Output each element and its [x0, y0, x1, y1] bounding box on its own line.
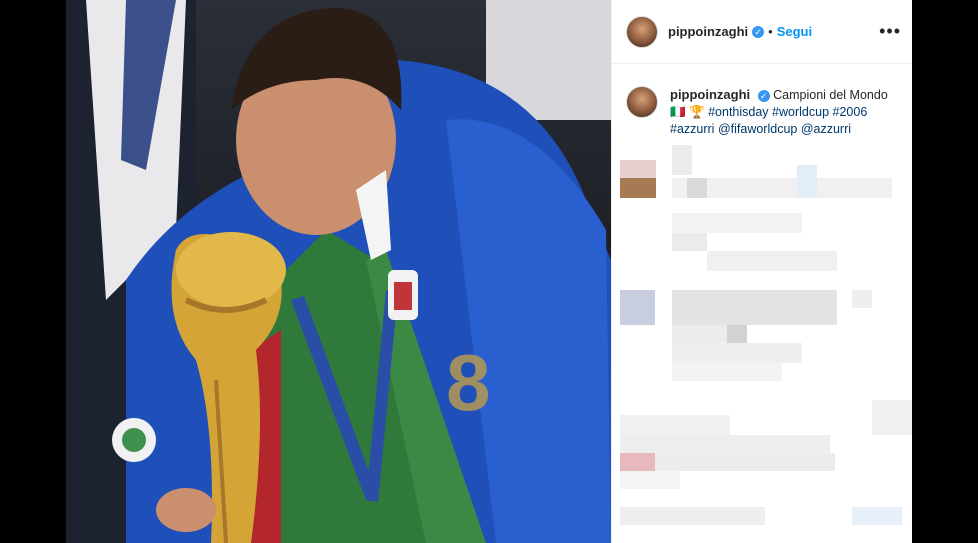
- verified-badge-icon: ✓: [757, 90, 770, 102]
- caption-body: Campioni del Mondo: [773, 88, 888, 102]
- post-photo[interactable]: 8: [66, 0, 611, 543]
- letterbox-left: [0, 0, 66, 543]
- caption-text: pippoinzaghi ✓ Campioni del Mondo 🇮🇹 🏆 #…: [670, 86, 888, 138]
- caption-avatar[interactable]: [626, 86, 658, 118]
- mention-link[interactable]: @azzurri: [801, 122, 851, 136]
- post-side-panel: pippoinzaghi ✓ • Segui ••• pippoinzaghi …: [611, 0, 913, 543]
- svg-text:8: 8: [446, 338, 491, 427]
- separator-dot: •: [768, 24, 773, 39]
- follow-button[interactable]: Segui: [777, 24, 812, 39]
- verified-badge-icon: ✓: [752, 25, 765, 38]
- hashtag-link[interactable]: #onthisday: [708, 105, 768, 119]
- hashtag-link[interactable]: #azzurri: [670, 122, 714, 136]
- post-header: pippoinzaghi ✓ • Segui •••: [612, 0, 913, 64]
- username-link[interactable]: pippoinzaghi: [668, 24, 748, 39]
- letterbox-right: [912, 0, 978, 543]
- hashtag-link[interactable]: #worldcup: [772, 105, 829, 119]
- photo-illustration: 8: [66, 0, 611, 543]
- post-caption: pippoinzaghi ✓ Campioni del Mondo 🇮🇹 🏆 #…: [612, 64, 913, 138]
- hashtag-link[interactable]: #2006: [833, 105, 868, 119]
- more-options-icon[interactable]: •••: [879, 21, 901, 42]
- caption-emoji: 🇮🇹 🏆: [670, 105, 705, 119]
- pixelated-comments: [612, 145, 913, 543]
- mention-link[interactable]: @fifaworldcup: [718, 122, 797, 136]
- caption-username[interactable]: pippoinzaghi: [670, 87, 750, 102]
- avatar[interactable]: [626, 15, 658, 48]
